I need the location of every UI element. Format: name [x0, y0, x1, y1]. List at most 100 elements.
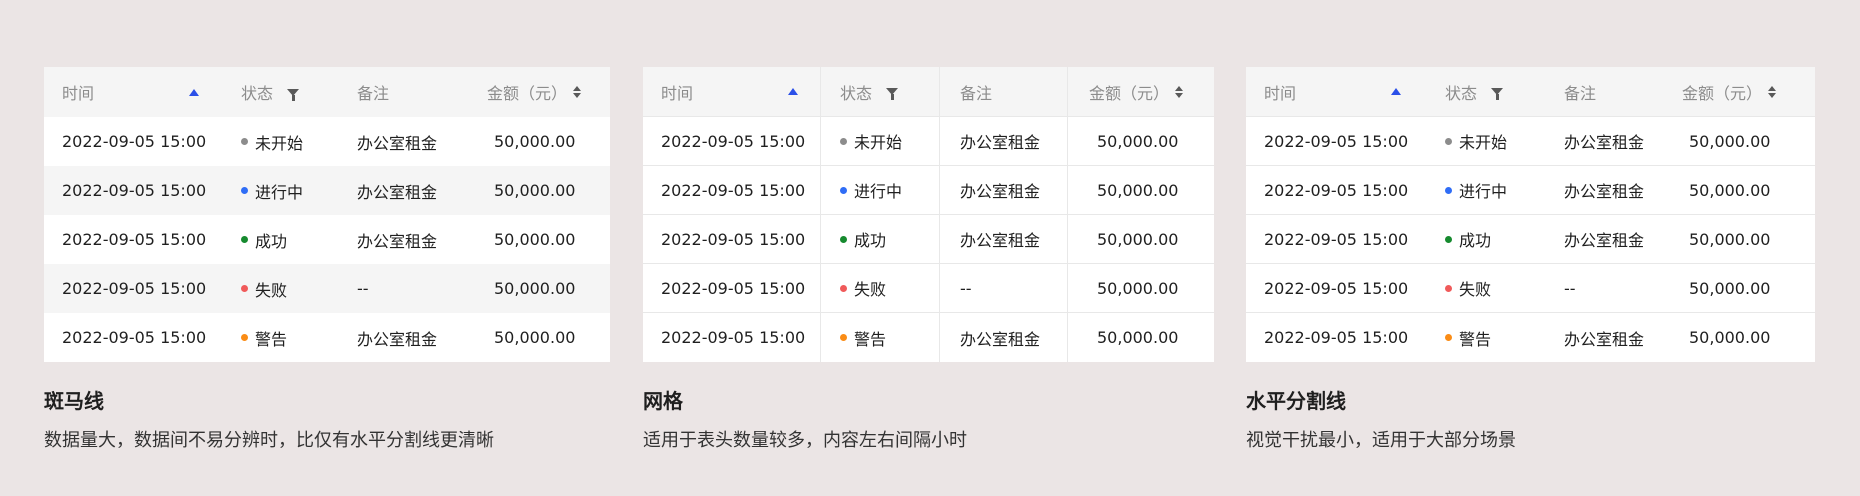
sort-asc-icon[interactable] [189, 88, 199, 96]
header-time-label: 时间 [661, 83, 694, 103]
sort-asc-icon[interactable] [1391, 88, 1401, 95]
grid-table: 时间 状态 备注 金额（元） 2022-09-05 15:00 未开始 办公室租金 5… [643, 67, 1214, 362]
header-time[interactable]: 时间 [44, 67, 239, 117]
zebra-panel: 时间 状态 备注 金额（元） 2022-09-05 15:00 未开始 办公室租金 5… [44, 67, 610, 451]
divider-panel: 时间 状态 备注 金额（元） 2022-09-05 15:00 未开始 办公室租金 5… [1246, 67, 1815, 451]
note-cell: 办公室租金 [357, 166, 487, 215]
note-value: 办公室租金 [357, 182, 438, 202]
note-value: 办公室租金 [1564, 182, 1645, 201]
status-label: 成功 [854, 231, 887, 250]
table-header: 时间 状态 备注 金额（元） [44, 67, 610, 117]
time-value: 2022-09-05 15:00 [1264, 229, 1409, 249]
header-status[interactable]: 状态 [239, 67, 357, 117]
time-cell: 2022-09-05 15:00 [44, 215, 239, 264]
amount-value: 50,000.00 [1689, 131, 1771, 151]
status-dot-icon [1445, 186, 1452, 194]
section-title: 斑马线 [44, 389, 104, 413]
amount-cell: 50,000.00 [1673, 313, 1815, 362]
table-header: 时间 状态 备注 金额（元） [643, 67, 1214, 117]
section-title: 网格 [643, 389, 683, 413]
amount-cell: 50,000.00 [1673, 117, 1815, 165]
status-dot-icon [241, 138, 248, 145]
header-time[interactable]: 时间 [1246, 67, 1426, 116]
amount-cell: 50,000.00 [1067, 264, 1214, 312]
time-cell: 2022-09-05 15:00 [44, 264, 239, 313]
status-cell: 未开始 [1426, 117, 1544, 165]
status-dot-icon [1445, 284, 1452, 292]
note-value: 办公室租金 [960, 231, 1041, 250]
sort-icon[interactable] [1175, 85, 1184, 98]
note-cell: 办公室租金 [1544, 117, 1673, 165]
note-cell: 办公室租金 [939, 215, 1067, 263]
time-cell: 2022-09-05 15:00 [1246, 264, 1426, 312]
status-dot-icon [840, 284, 847, 292]
time-cell: 2022-09-05 15:00 [1246, 166, 1426, 214]
status-cell: 失败 [1426, 264, 1544, 312]
status-cell: 警告 [239, 313, 357, 362]
header-time[interactable]: 时间 [643, 67, 820, 116]
header-status[interactable]: 状态 [1426, 67, 1544, 116]
zebra-table: 时间 状态 备注 金额（元） 2022-09-05 15:00 未开始 办公室租金 5… [44, 67, 610, 362]
amount-value: 50,000.00 [494, 279, 576, 298]
status-label: 成功 [1459, 231, 1492, 250]
status-label: 失败 [854, 280, 887, 299]
note-value: -- [357, 279, 369, 298]
time-cell: 2022-09-05 15:00 [44, 166, 239, 215]
header-amount[interactable]: 金额（元） [487, 67, 610, 117]
amount-value: 50,000.00 [494, 132, 576, 151]
table-row: 2022-09-05 15:00 警告 办公室租金 50,000.00 [44, 313, 610, 362]
table-row: 2022-09-05 15:00 进行中 办公室租金 50,000.00 [643, 166, 1214, 215]
header-time-label: 时间 [62, 84, 95, 103]
table-row: 2022-09-05 15:00 失败 -- 50,000.00 [643, 264, 1214, 313]
table-row: 2022-09-05 15:00 进行中 办公室租金 50,000.00 [44, 166, 610, 215]
sort-asc-icon[interactable] [788, 88, 798, 95]
status-cell: 未开始 [239, 117, 357, 166]
filter-icon[interactable] [1491, 88, 1504, 100]
header-amount[interactable]: 金额（元） [1673, 67, 1815, 116]
header-status[interactable]: 状态 [820, 67, 939, 116]
grid-panel: 时间 状态 备注 金额（元） 2022-09-05 15:00 未开始 办公室租金 5… [643, 67, 1214, 451]
filter-icon[interactable] [287, 88, 300, 101]
note-cell: -- [939, 264, 1067, 312]
header-amount-label: 金额（元） [487, 84, 568, 103]
sort-icon[interactable] [573, 86, 582, 98]
status-label: 未开始 [854, 133, 903, 152]
header-amount[interactable]: 金额（元） [1067, 67, 1214, 116]
note-value: 办公室租金 [1564, 133, 1645, 152]
amount-value: 50,000.00 [1097, 229, 1179, 249]
time-cell: 2022-09-05 15:00 [643, 215, 820, 263]
status-dot-icon [840, 137, 847, 145]
note-cell: 办公室租金 [1544, 215, 1673, 263]
note-cell: -- [1544, 264, 1673, 312]
amount-cell: 50,000.00 [487, 313, 610, 362]
amount-value: 50,000.00 [1689, 180, 1771, 200]
table-row: 2022-09-05 15:00 未开始 办公室租金 50,000.00 [1246, 117, 1815, 166]
note-cell: 办公室租金 [939, 166, 1067, 214]
amount-value: 50,000.00 [1097, 278, 1179, 298]
status-cell: 成功 [1426, 215, 1544, 263]
table-row: 2022-09-05 15:00 未开始 办公室租金 50,000.00 [44, 117, 610, 166]
note-cell: 办公室租金 [939, 313, 1067, 362]
amount-value: 50,000.00 [1689, 328, 1771, 347]
status-cell: 成功 [820, 215, 939, 263]
status-dot-icon [241, 334, 248, 341]
time-value: 2022-09-05 15:00 [62, 181, 207, 200]
amount-cell: 50,000.00 [1067, 117, 1214, 165]
time-cell: 2022-09-05 15:00 [643, 117, 820, 165]
filter-icon[interactable] [886, 88, 899, 100]
status-label: 未开始 [1459, 133, 1508, 152]
section-description: 视觉干扰最小，适用于大部分场景 [1246, 430, 1516, 451]
sort-icon[interactable] [1768, 85, 1777, 98]
time-value: 2022-09-05 15:00 [1264, 278, 1409, 298]
table-row: 2022-09-05 15:00 警告 办公室租金 50,000.00 [643, 313, 1214, 362]
note-value: 办公室租金 [357, 133, 438, 153]
time-value: 2022-09-05 15:00 [661, 131, 806, 151]
section-description: 适用于表头数量较多，内容左右间隔小时 [643, 430, 967, 451]
note-value: 办公室租金 [357, 329, 438, 349]
amount-value: 50,000.00 [1097, 180, 1179, 200]
time-cell: 2022-09-05 15:00 [643, 166, 820, 214]
time-value: 2022-09-05 15:00 [661, 229, 806, 249]
table-row: 2022-09-05 15:00 进行中 办公室租金 50,000.00 [1246, 166, 1815, 215]
note-value: 办公室租金 [960, 133, 1041, 152]
table-row: 2022-09-05 15:00 未开始 办公室租金 50,000.00 [643, 117, 1214, 166]
